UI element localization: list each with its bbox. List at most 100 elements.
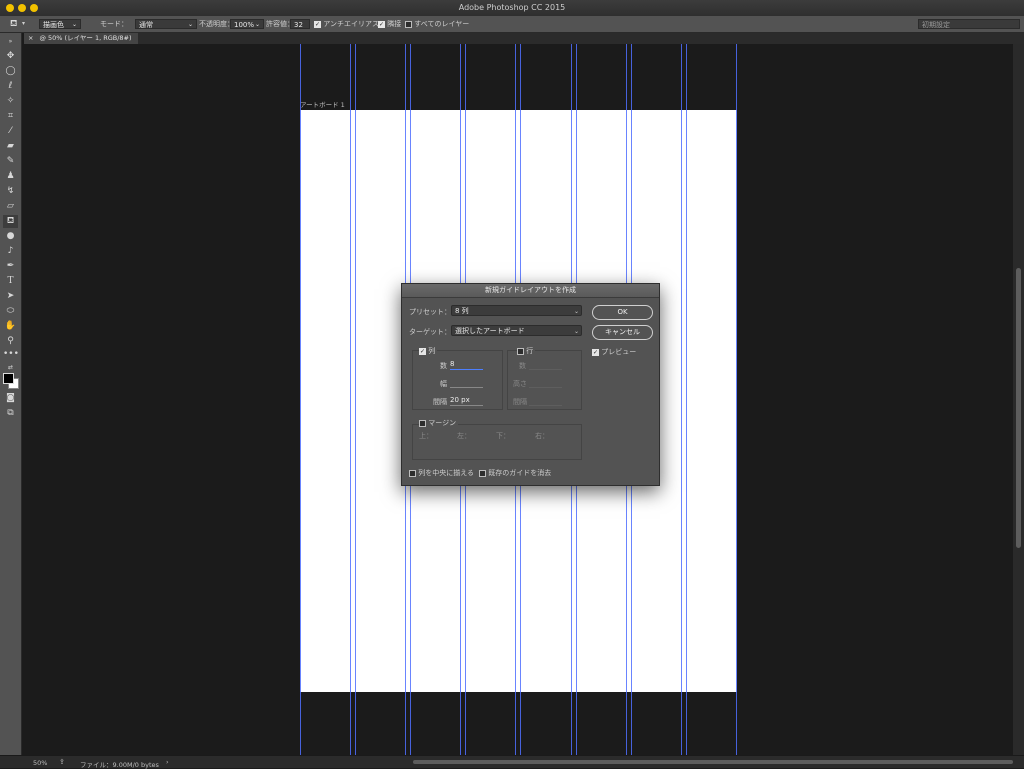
margin-left-label: 左： [457,432,471,440]
center-columns-checkbox-group[interactable]: 列を中央に揃える [409,468,474,478]
margin-checkbox[interactable] [419,419,426,427]
workspace-select[interactable]: 初期設定 [918,19,1020,29]
center-columns-checkbox[interactable] [409,469,416,477]
rows-height-input[interactable] [529,378,562,388]
fill-source-select[interactable]: 描画色 ⌄ [39,19,81,29]
margin-label: マージン [428,419,457,427]
margin-bottom-label: 下： [496,432,510,440]
guide-line[interactable] [681,44,682,755]
ok-button[interactable]: OK [592,305,653,320]
rows-label: 行 [526,347,534,355]
guide-line[interactable] [736,44,737,755]
crop-tool-icon[interactable]: ⌗ [3,110,18,123]
move-tool-icon[interactable]: ✥ [3,50,18,63]
margin-top-label: 上： [419,432,433,440]
new-guide-layout-dialog: 新規ガイドレイアウトを作成 プリセット： 8 列 ⌄ ターゲット： 選択したアート… [401,283,660,486]
blur-tool-icon[interactable]: ● [3,230,18,243]
margin-checkbox-group[interactable]: マージン [419,418,459,428]
columns-count-input[interactable]: 8 [450,360,483,370]
foreground-color-swatch[interactable] [3,373,14,384]
guide-line[interactable] [350,44,351,755]
paint-bucket-tool-icon[interactable]: ⛾ [3,215,18,228]
rows-gutter-input[interactable] [529,396,562,406]
columns-width-label: 幅 [440,380,447,388]
margin-group [412,424,582,460]
columns-gutter-input[interactable]: 20 px [450,396,483,406]
contiguous-checkbox-group[interactable]: ✓ 隣接 [378,19,401,29]
cancel-button[interactable]: キャンセル [592,325,653,340]
eraser-tool-icon[interactable]: ▱ [3,200,18,213]
paint-bucket-icon[interactable]: ⛾ [10,19,17,29]
preview-checkbox[interactable]: ✓ [592,348,599,356]
pen-tool-icon[interactable]: ✒ [3,260,18,273]
rows-count-input[interactable] [529,360,562,370]
stamp-tool-icon[interactable]: ♟ [3,170,18,183]
ellipse-tool-icon[interactable]: ⬭ [3,305,18,318]
magic-wand-tool-icon[interactable]: ✧ [3,95,18,108]
horizontal-scroll-thumb[interactable] [413,760,1013,764]
collapse-panel-icon[interactable]: » [3,35,18,48]
export-icon[interactable]: ⇪ [59,758,65,766]
file-info: ファイル：9.00M/0 bytes [80,761,159,769]
hand-tool-icon[interactable]: ✋ [3,320,18,333]
artboard-label[interactable]: アートボード 1 [300,99,345,109]
rows-checkbox-group[interactable]: 行 [517,346,536,356]
rows-checkbox[interactable] [517,347,524,355]
tools-panel: » ✥ ◯ ℓ ✧ ⌗ ⁄ ▰ ✎ ♟ ↯ ▱ ⛾ ● ♪ ✒ T ➤ ⬭ ✋ … [0,33,22,755]
contiguous-label: 隣接 [387,20,402,28]
more-tools-icon[interactable]: ••• [3,348,19,361]
clear-guides-checkbox-group[interactable]: 既存のガイドを消去 [479,468,551,478]
antialias-checkbox-group[interactable]: ✓ アンチエイリアス [314,19,379,29]
guide-line[interactable] [355,44,356,755]
clear-guides-label: 既存のガイドを消去 [488,469,552,477]
lasso-tool-icon[interactable]: ℓ [3,80,18,93]
eyedropper-tool-icon[interactable]: ⁄ [3,125,18,138]
close-tab-icon[interactable]: × [28,34,33,42]
dodge-tool-icon[interactable]: ♪ [3,245,18,258]
preset-select[interactable]: 8 列 ⌄ [451,305,582,316]
vertical-scroll-thumb[interactable] [1016,268,1021,548]
columns-label: 列 [428,347,436,355]
antialias-label: アンチエイリアス [323,20,379,28]
columns-checkbox[interactable]: ✓ [419,347,426,355]
center-columns-label: 列を中央に揃える [418,469,475,477]
path-selection-tool-icon[interactable]: ➤ [3,290,18,303]
preview-checkbox-group[interactable]: ✓ プレビュー [592,347,636,357]
rows-gutter-label: 間隔 [513,398,527,406]
contiguous-checkbox[interactable]: ✓ [378,20,385,28]
history-brush-tool-icon[interactable]: ↯ [3,185,18,198]
all-layers-checkbox[interactable] [405,20,412,28]
status-bar: 50% ⇪ ファイル：9.00M/0 bytes › [0,755,1024,769]
vertical-scrollbar[interactable] [1013,44,1024,755]
mode-select[interactable]: 通常 ⌄ [135,19,197,29]
preset-label: プリセット： [409,308,451,316]
document-tab[interactable]: × @ 50% (レイヤー 1, RGB/8#) [24,33,138,44]
columns-checkbox-group[interactable]: ✓ 列 [419,346,438,356]
opacity-input[interactable]: 100% ⌄ [230,19,264,29]
screen-mode-icon[interactable]: ⧉ [3,407,18,420]
zoom-level[interactable]: 50% [33,759,47,767]
guide-line[interactable] [686,44,687,755]
clear-guides-checkbox[interactable] [479,469,486,477]
tool-preset-chevron-icon[interactable]: ▾ [22,19,25,29]
target-select[interactable]: 選択したアートボード ⌄ [451,325,582,336]
zoom-tool-icon[interactable]: ⚲ [3,335,18,348]
document-tab-label: @ 50% (レイヤー 1, RGB/8#) [39,34,132,42]
tolerance-input[interactable]: 32 [290,19,310,29]
brush-tool-icon[interactable]: ✎ [3,155,18,168]
app-title: Adobe Photoshop CC 2015 [458,3,566,12]
rows-height-label: 高さ [513,380,527,388]
guide-line[interactable] [300,44,301,755]
type-tool-icon[interactable]: T [3,275,18,288]
target-label: ターゲット： [409,328,451,336]
marquee-tool-icon[interactable]: ◯ [3,65,18,78]
quick-mask-icon[interactable]: ◙ [3,392,18,405]
status-menu-chevron-icon[interactable]: › [166,758,169,766]
dialog-title: 新規ガイドレイアウトを作成 [402,284,659,298]
columns-width-input[interactable] [450,378,483,388]
healing-brush-tool-icon[interactable]: ▰ [3,140,18,153]
opacity-label: 不透明度： [199,20,234,28]
antialias-checkbox[interactable]: ✓ [314,20,321,28]
all-layers-checkbox-group[interactable]: すべてのレイヤー [405,19,469,29]
columns-gutter-label: 間隔 [433,398,447,406]
